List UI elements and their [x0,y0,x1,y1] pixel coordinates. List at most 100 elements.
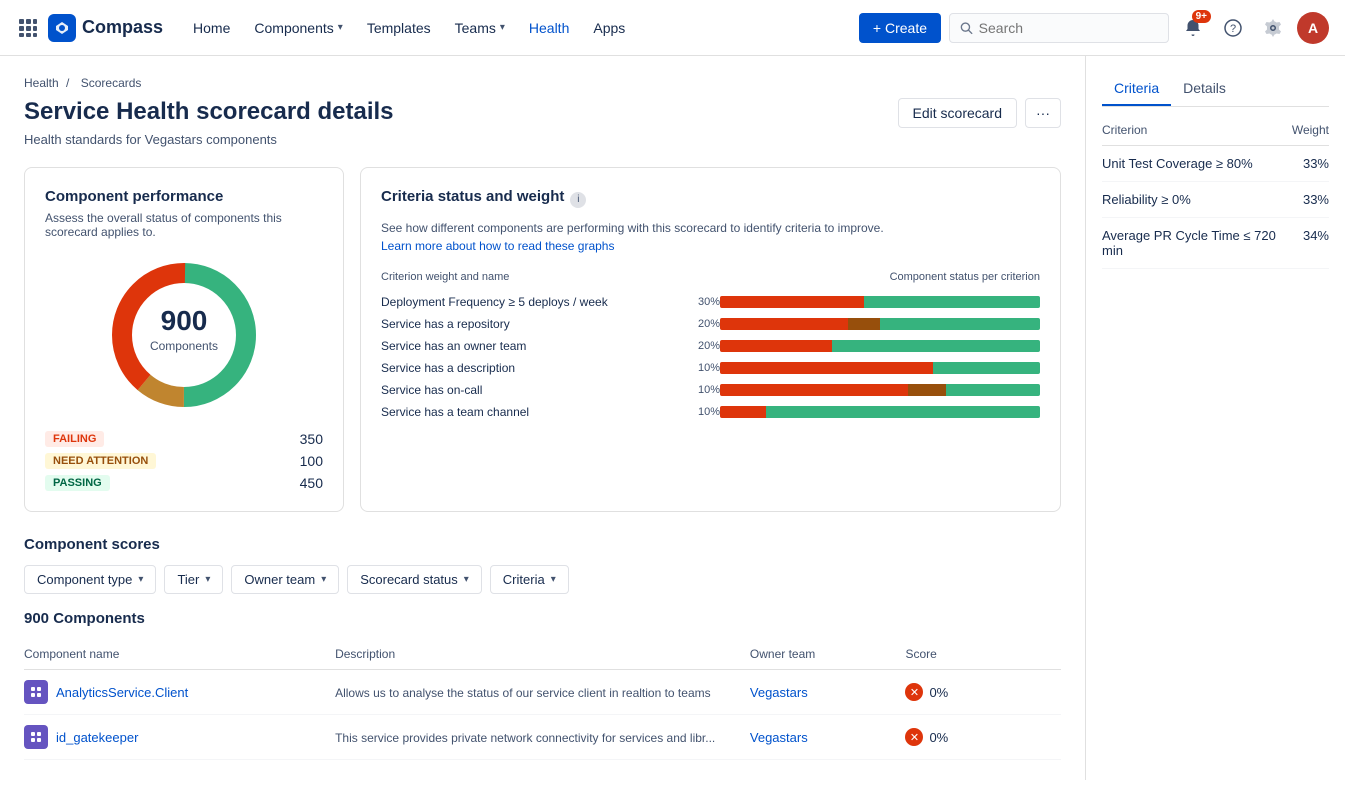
criterion-name: Unit Test Coverage ≥ 80% [1102,156,1303,171]
avatar[interactable]: A [1297,12,1329,44]
criteria-status-card: Criteria status and weight i See how dif… [360,167,1061,512]
bar-viz [720,357,1040,379]
nav-home[interactable]: Home [183,14,240,42]
right-criteria-table: Criterion Weight Unit Test Coverage ≥ 80… [1102,123,1329,269]
bar-label: Service has on-call [381,379,698,401]
nav-items: Home Components ▾ Templates Teams ▾ Heal… [183,14,851,42]
bar-pct: 10% [698,379,720,401]
nav-teams[interactable]: Teams ▾ [445,14,515,42]
criteria-bar-chart: Criterion weight and name Component stat… [381,271,1040,423]
performance-card-subtitle: Assess the overall status of components … [45,211,323,239]
attention-count: 100 [300,453,323,469]
bar-viz [720,401,1040,423]
filter-component-type[interactable]: Component type ▾ [24,565,156,594]
notification-badge: 9+ [1192,10,1211,23]
score-value: 0% [929,730,948,745]
search-box[interactable] [949,13,1169,43]
bar-label: Service has a team channel [381,401,698,423]
more-options-button[interactable]: ··· [1025,98,1061,128]
breadcrumb-parent[interactable]: Health [24,76,59,90]
bar-seg-pass [766,406,1040,418]
edit-scorecard-button[interactable]: Edit scorecard [898,98,1017,128]
help-button[interactable]: ? [1217,12,1249,44]
bar-seg-fail [720,296,864,308]
weight-col-label: Weight [1292,123,1329,137]
comp-team-link[interactable]: Vegastars [750,730,808,745]
bar-seg-fail [720,340,832,352]
bar-viz [720,291,1040,313]
create-button[interactable]: + Create [859,13,941,43]
performance-legend: FAILING 350 NEED ATTENTION 100 PASSING 4… [45,431,323,491]
tab-criteria[interactable]: Criteria [1102,72,1171,106]
attention-legend: NEED ATTENTION 100 [45,453,323,469]
comp-desc: This service provides private network co… [335,731,715,745]
bar-seg-pass [946,384,1040,396]
logo[interactable]: Compass [48,14,163,42]
bar-row: Service has a description 10% [381,357,1040,379]
info-icon[interactable]: i [570,192,586,208]
bar-pct: 10% [698,357,720,379]
navbar: Compass Home Components ▾ Templates Team… [0,0,1345,56]
col-name: Component name [24,639,335,670]
breadcrumb-current: Scorecards [81,76,142,90]
comp-name-link[interactable]: id_gatekeeper [56,730,138,745]
search-input[interactable] [979,20,1158,36]
filter-criteria[interactable]: Criteria ▾ [490,565,569,594]
nav-templates[interactable]: Templates [357,14,441,42]
bar-viz [720,379,1040,401]
donut-total: 900 [161,305,208,336]
grid-icon[interactable] [16,16,40,40]
bar-pct: 20% [698,313,720,335]
nav-components[interactable]: Components ▾ [244,14,352,42]
left-panel: Health / Scorecards Service Health score… [0,56,1085,780]
bar-label: Service has an owner team [381,335,698,357]
col-score: Score [905,639,1061,670]
scores-title: Component scores [24,536,1061,553]
bar-seg-pass [933,362,1040,374]
bar-row: Service has a repository 20% [381,313,1040,335]
comp-icon [24,725,48,749]
svg-text:?: ? [1230,23,1236,35]
stacked-bar [720,318,1040,330]
nav-health[interactable]: Health [519,14,579,42]
bar-row: Service has an owner team 20% [381,335,1040,357]
criterion-weight: 33% [1303,192,1329,207]
components-count: 900 Components [24,610,1061,627]
bar-label: Service has a repository [381,313,698,335]
tab-details[interactable]: Details [1171,72,1238,106]
criterion-name: Average PR Cycle Time ≤ 720 min [1102,228,1303,258]
bar-label: Service has a description [381,357,698,379]
notifications-button[interactable]: 9+ [1177,12,1209,44]
filter-tier[interactable]: Tier ▾ [164,565,223,594]
comp-team-link[interactable]: Vegastars [750,685,808,700]
comp-icon [24,680,48,704]
teams-chevron: ▾ [500,22,505,33]
stacked-bar [720,340,1040,352]
list-item: Average PR Cycle Time ≤ 720 min 34% [1102,218,1329,269]
table-row: id_gatekeeper This service provides priv… [24,715,1061,760]
logo-text: Compass [82,17,163,38]
bar-seg-attention [908,384,946,396]
comp-name-link[interactable]: AnalyticsService.Client [56,685,188,700]
bar-col-status: Component status per criterion [720,271,1040,291]
criteria-learn-more-link[interactable]: Learn more about how to read these graph… [381,239,614,253]
filter-owner-team[interactable]: Owner team ▾ [231,565,339,594]
score-cell: ✕ 0% [905,728,1061,746]
right-tabs: Criteria Details [1102,72,1329,107]
nav-apps[interactable]: Apps [583,14,635,42]
filter-scorecard-status[interactable]: Scorecard status ▾ [347,565,482,594]
criterion-name: Reliability ≥ 0% [1102,192,1303,207]
bar-viz [720,313,1040,335]
bar-pct: 20% [698,335,720,357]
filter-row: Component type ▾ Tier ▾ Owner team ▾ Sco… [24,565,1061,594]
col-desc: Description [335,639,750,670]
failing-legend: FAILING 350 [45,431,323,447]
cards-row: Component performance Assess the overall… [24,167,1061,512]
comp-desc: Allows us to analyse the status of our s… [335,686,711,700]
components-chevron: ▾ [338,22,343,33]
criteria-status-header: Criteria status and weight i [381,188,1040,211]
score-value: 0% [929,685,948,700]
settings-button[interactable] [1257,12,1289,44]
bar-seg-fail [720,384,908,396]
bar-seg-fail [720,318,848,330]
